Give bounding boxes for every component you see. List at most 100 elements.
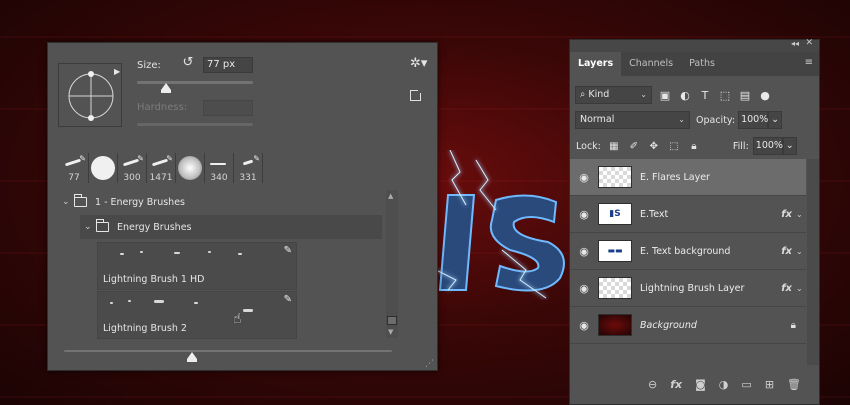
- background-thumbnail: [598, 314, 632, 336]
- tree-scrollbar[interactable]: ▲ ▼: [386, 190, 398, 338]
- lock-all-icon[interactable]: 🔒︎: [687, 141, 701, 152]
- fill-input[interactable]: 100%: [752, 137, 783, 155]
- new-adjustment-layer-icon[interactable]: ◑: [719, 378, 729, 391]
- add-mask-icon[interactable]: ◙: [695, 378, 706, 391]
- recent-brush-size: 77: [68, 173, 80, 183]
- chevron-down-icon[interactable]: ⌄: [84, 222, 96, 232]
- brush-group-label: Energy Brushes: [117, 221, 192, 233]
- preview-size-slider-thumb[interactable]: [186, 352, 197, 362]
- preview-size-slider-track[interactable]: [64, 350, 392, 352]
- close-icon[interactable]: ✕: [805, 38, 813, 48]
- tip-arrow-icon[interactable]: ▶: [114, 67, 120, 76]
- layer-name: E. Text background: [640, 245, 731, 257]
- fx-icon[interactable]: fx: [781, 283, 792, 294]
- link-layers-icon[interactable]: ⊖: [648, 378, 657, 391]
- brush-tip-preview[interactable]: [58, 63, 122, 127]
- lock-row: Lock: ▦ ✐ ✥ ⬚ 🔒︎ Fill: 100% ⌄: [570, 136, 819, 156]
- recent-brush-size: 300: [123, 173, 141, 183]
- brush-preset-item[interactable]: ✎ Lightning Brush 1 HD: [97, 242, 297, 290]
- fx-icon[interactable]: fx: [781, 246, 792, 257]
- chevron-down-icon[interactable]: ⌄: [796, 247, 806, 256]
- layer-row[interactable]: ◉ ▮S E.Text fx ⌄: [570, 196, 806, 233]
- size-input[interactable]: 77 px: [203, 57, 253, 73]
- pixel-filter-icon[interactable]: ▣: [658, 89, 672, 102]
- chevron-down-icon[interactable]: ⌄: [796, 210, 806, 219]
- hand-cursor-icon: ☝: [233, 311, 242, 327]
- brush-icon: ✎: [79, 154, 86, 163]
- collapse-panel-icon[interactable]: ◂◂: [791, 39, 799, 48]
- fill-dropdown[interactable]: ⌄: [782, 137, 797, 155]
- recent-brush-0[interactable]: ✎ 77: [60, 153, 89, 183]
- recent-brush-5[interactable]: 340: [205, 153, 234, 183]
- lock-position-icon[interactable]: ✥: [647, 141, 661, 152]
- folder-icon: [74, 194, 87, 207]
- panel-tabs: Layers Channels Paths ≡: [570, 52, 819, 76]
- layer-thumbnail: [598, 277, 632, 299]
- layer-row[interactable]: ◉ E. Flares Layer: [570, 159, 806, 196]
- new-group-icon[interactable]: ▭: [741, 378, 751, 391]
- artboard-lock-icon[interactable]: ⬚: [667, 141, 681, 152]
- delete-layer-icon[interactable]: 🗑︎: [787, 378, 801, 391]
- lock-label: Lock:: [576, 140, 601, 152]
- brush-icon: ✎: [166, 154, 173, 163]
- eye-icon[interactable]: ◉: [570, 208, 598, 221]
- layer-row[interactable]: ◉ ▬▬ E. Text background fx ⌄: [570, 233, 806, 270]
- tab-paths[interactable]: Paths: [681, 52, 723, 76]
- panel-menu-icon[interactable]: ≡: [805, 57, 813, 68]
- size-slider-thumb[interactable]: [161, 83, 171, 93]
- adjustment-filter-icon[interactable]: ◐: [678, 89, 692, 102]
- layer-list-scrollbar[interactable]: [807, 159, 819, 365]
- opacity-dropdown[interactable]: ⌄: [768, 111, 783, 129]
- reset-size-icon[interactable]: ↺: [180, 55, 196, 71]
- recent-brush-1[interactable]: [89, 153, 118, 183]
- layer-row[interactable]: ◉ Background 🔒︎: [570, 307, 806, 344]
- resize-grip-icon[interactable]: ⋰: [425, 359, 434, 369]
- smart-object-filter-icon[interactable]: ▤: [738, 89, 752, 102]
- layers-bottom-toolbar: ⊖ fx ◙ ◑ ▭ ⊞ 🗑︎: [570, 364, 819, 404]
- layer-name: Background: [640, 319, 697, 331]
- scroll-down-icon[interactable]: ▼: [388, 328, 393, 336]
- brush-icon: ✎: [137, 154, 144, 163]
- layer-row[interactable]: ◉ Lightning Brush Layer fx ⌄: [570, 270, 806, 307]
- recent-brush-3[interactable]: ✎ 1471: [147, 153, 176, 183]
- filter-toggle-icon[interactable]: ●: [758, 89, 772, 102]
- eye-icon[interactable]: ◉: [570, 282, 598, 295]
- recent-brush-size: 340: [210, 173, 228, 183]
- brush-group-2[interactable]: ⌄ Energy Brushes: [80, 215, 382, 239]
- layer-list: ◉ E. Flares Layer ◉ ▮S E.Text fx ⌄ ◉ ▬▬ …: [570, 159, 819, 365]
- add-layer-style-icon[interactable]: fx: [670, 378, 682, 391]
- lock-transparency-icon[interactable]: ▦: [607, 141, 621, 152]
- blend-mode-dropdown[interactable]: Normal ⌄: [575, 111, 690, 129]
- size-slider-track[interactable]: [137, 81, 253, 84]
- recent-brush-2[interactable]: ✎ 300: [118, 153, 147, 183]
- new-layer-icon[interactable]: ⊞: [765, 378, 774, 391]
- text-layer-thumbnail: ▮S: [598, 203, 632, 225]
- fill-label: Fill:: [732, 140, 749, 152]
- scroll-up-icon[interactable]: ▲: [388, 192, 393, 200]
- recent-brush-4[interactable]: [176, 153, 205, 183]
- eye-icon[interactable]: ◉: [570, 171, 598, 184]
- lock-icon[interactable]: 🔒︎: [791, 320, 796, 331]
- scrollbar-thumb[interactable]: [387, 316, 397, 325]
- eye-icon[interactable]: ◉: [570, 319, 598, 332]
- fx-icon[interactable]: fx: [781, 209, 792, 220]
- type-filter-icon[interactable]: T: [698, 89, 712, 102]
- layer-name: E.Text: [640, 208, 669, 220]
- filter-kind-dropdown[interactable]: ⌕ Kind ⌄: [575, 86, 652, 104]
- tab-layers[interactable]: Layers: [570, 52, 622, 76]
- brush-preset-item-selected[interactable]: ✎ Lightning Brush 2: [97, 291, 297, 339]
- recent-brush-size: 331: [239, 173, 257, 183]
- chevron-down-icon[interactable]: ⌄: [62, 197, 74, 207]
- brush-icon: ✎: [253, 154, 260, 163]
- brush-icon: ✎: [283, 245, 292, 256]
- lock-image-icon[interactable]: ✐: [627, 141, 641, 152]
- brush-group-1[interactable]: ⌄ 1 - Energy Brushes: [62, 190, 185, 214]
- chevron-down-icon[interactable]: ⌄: [796, 284, 806, 293]
- eye-icon[interactable]: ◉: [570, 245, 598, 258]
- gear-icon[interactable]: ✲▾: [410, 56, 427, 71]
- shape-filter-icon[interactable]: ⬚: [718, 89, 732, 102]
- opacity-input[interactable]: 100%: [738, 111, 768, 129]
- tab-channels[interactable]: Channels: [621, 52, 681, 76]
- new-preset-icon[interactable]: [410, 88, 423, 101]
- recent-brush-6[interactable]: ✎ 331: [234, 153, 263, 183]
